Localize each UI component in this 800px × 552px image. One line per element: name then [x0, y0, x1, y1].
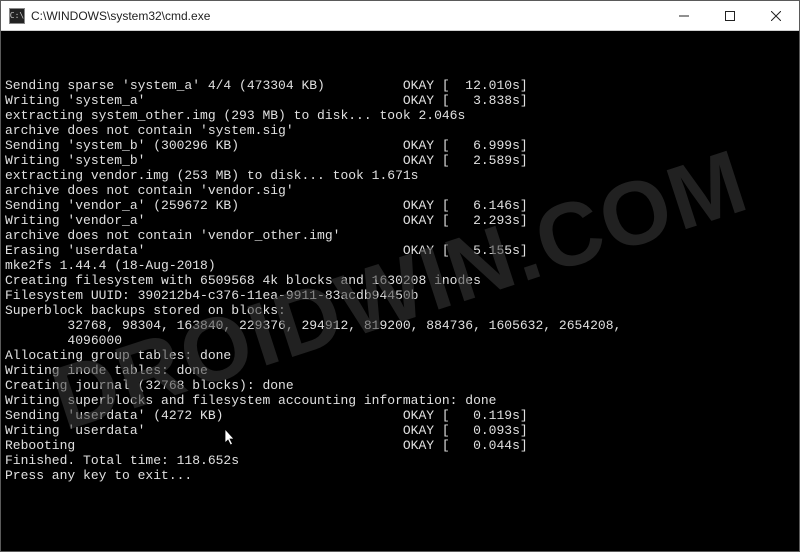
console-output[interactable]: DROIDWIN.COM Sending sparse 'system_a' 4… — [1, 31, 799, 551]
console-line: Rebooting OKAY [ 0.044s] — [5, 438, 795, 453]
console-line: Creating filesystem with 6509568 4k bloc… — [5, 273, 795, 288]
console-line: 32768, 98304, 163840, 229376, 294912, 81… — [5, 318, 795, 333]
console-line: Sending sparse 'system_a' 4/4 (473304 KB… — [5, 78, 795, 93]
console-line: Writing inode tables: done — [5, 363, 795, 378]
console-line: extracting vendor.img (253 MB) to disk..… — [5, 168, 795, 183]
console-line: Sending 'vendor_a' (259672 KB) OKAY [ 6.… — [5, 198, 795, 213]
console-line: Writing 'vendor_a' OKAY [ 2.293s] — [5, 213, 795, 228]
console-line: Writing 'system_b' OKAY [ 2.589s] — [5, 153, 795, 168]
console-lines-container: Sending sparse 'system_a' 4/4 (473304 KB… — [5, 78, 795, 483]
titlebar[interactable]: C:\ C:\WINDOWS\system32\cmd.exe — [1, 1, 799, 31]
console-line: mke2fs 1.44.4 (18-Aug-2018) — [5, 258, 795, 273]
window-controls — [661, 1, 799, 30]
maximize-button[interactable] — [707, 1, 753, 30]
console-line: Superblock backups stored on blocks: — [5, 303, 795, 318]
console-line: Writing 'userdata' OKAY [ 0.093s] — [5, 423, 795, 438]
console-line: archive does not contain 'vendor_other.i… — [5, 228, 795, 243]
console-line: extracting system_other.img (293 MB) to … — [5, 108, 795, 123]
console-line: Filesystem UUID: 390212b4-c376-11ea-9911… — [5, 288, 795, 303]
console-line: Writing superblocks and filesystem accou… — [5, 393, 795, 408]
console-line: archive does not contain 'system.sig' — [5, 123, 795, 138]
cmd-window: C:\ C:\WINDOWS\system32\cmd.exe DROIDWIN… — [0, 0, 800, 552]
console-line: Sending 'system_b' (300296 KB) OKAY [ 6.… — [5, 138, 795, 153]
console-line: Sending 'userdata' (4272 KB) OKAY [ 0.11… — [5, 408, 795, 423]
minimize-icon — [679, 11, 689, 21]
console-line: Creating journal (32768 blocks): done — [5, 378, 795, 393]
console-line: archive does not contain 'vendor.sig' — [5, 183, 795, 198]
window-title: C:\WINDOWS\system32\cmd.exe — [31, 9, 661, 23]
cmd-icon: C:\ — [9, 8, 25, 24]
close-button[interactable] — [753, 1, 799, 30]
console-line: Press any key to exit... — [5, 468, 795, 483]
console-line: Finished. Total time: 118.652s — [5, 453, 795, 468]
console-line: Erasing 'userdata' OKAY [ 5.155s] — [5, 243, 795, 258]
maximize-icon — [725, 11, 735, 21]
console-line: Writing 'system_a' OKAY [ 3.838s] — [5, 93, 795, 108]
console-line: 4096000 — [5, 333, 795, 348]
console-line: Allocating group tables: done — [5, 348, 795, 363]
minimize-button[interactable] — [661, 1, 707, 30]
close-icon — [771, 11, 781, 21]
